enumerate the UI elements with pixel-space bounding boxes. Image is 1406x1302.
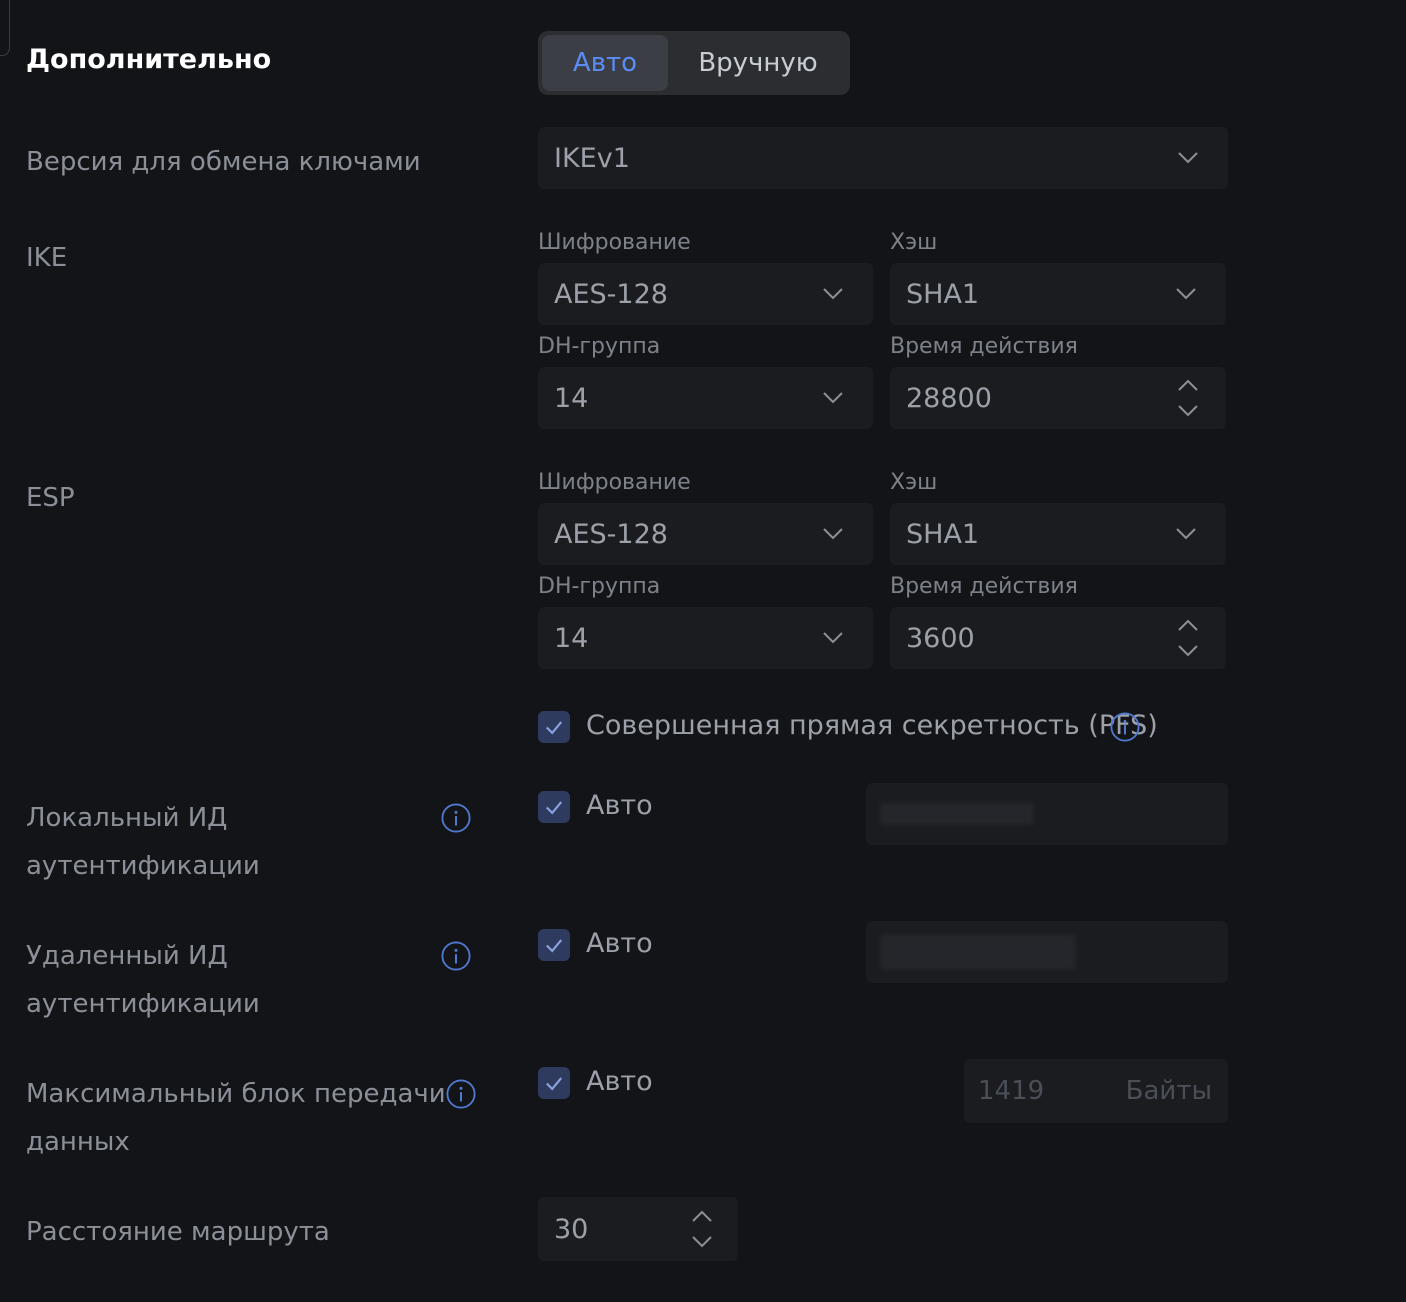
esp-encryption-select[interactable]: AES-128 xyxy=(538,503,873,565)
ike-label: IKE xyxy=(26,243,68,273)
mtu-value: 1419 xyxy=(978,1076,1045,1106)
checkmark-icon xyxy=(545,938,563,953)
chevron-up-icon[interactable] xyxy=(1178,619,1198,631)
info-icon[interactable] xyxy=(441,941,471,971)
remote-id-input[interactable] xyxy=(866,921,1228,983)
mode-manual-button[interactable]: Вручную xyxy=(672,35,844,91)
esp-encryption-label: Шифрование xyxy=(538,470,691,495)
checkmark-icon xyxy=(545,720,563,735)
esp-encryption-value: AES-128 xyxy=(554,518,668,550)
window-corner xyxy=(0,0,10,56)
key-exchange-select[interactable]: IKEv1 xyxy=(538,127,1228,189)
redacted-value xyxy=(880,934,1076,970)
route-distance-stepper[interactable]: 30 xyxy=(538,1197,738,1261)
remote-id-label-line2: аутентификации xyxy=(26,989,260,1019)
chevron-down-icon xyxy=(823,284,843,304)
local-id-auto-checkbox[interactable] xyxy=(538,791,570,823)
ike-hash-value: SHA1 xyxy=(906,278,980,310)
mtu-input[interactable]: 1419 Байты xyxy=(964,1059,1228,1123)
chevron-down-icon[interactable] xyxy=(692,1236,712,1248)
stepper-arrows xyxy=(692,1210,714,1248)
chevron-down-icon[interactable] xyxy=(1178,645,1198,657)
route-distance-label: Расстояние маршрута xyxy=(26,1217,330,1247)
ike-dh-label: DH-группа xyxy=(538,334,661,359)
chevron-down-icon xyxy=(1176,524,1196,544)
key-exchange-label: Версия для обмена ключами xyxy=(26,147,421,177)
key-exchange-value: IKEv1 xyxy=(554,142,630,174)
local-id-input[interactable] xyxy=(866,783,1228,845)
pfs-label: Совершенная прямая секретность (PFS) xyxy=(586,710,1158,741)
ike-dh-value: 14 xyxy=(554,382,589,414)
mtu-auto-checkbox[interactable] xyxy=(538,1067,570,1099)
mtu-unit: Байты xyxy=(1125,1076,1212,1106)
remote-id-auto-checkbox[interactable] xyxy=(538,929,570,961)
chevron-down-icon xyxy=(823,388,843,408)
chevron-down-icon xyxy=(1178,148,1198,168)
redacted-value xyxy=(880,803,1034,825)
ike-encryption-value: AES-128 xyxy=(554,278,668,310)
esp-hash-value: SHA1 xyxy=(906,518,980,550)
mtu-auto-label: Авто xyxy=(586,1066,653,1097)
local-id-label-line1: Локальный ИД xyxy=(26,803,228,833)
chevron-down-icon xyxy=(1176,284,1196,304)
chevron-up-icon[interactable] xyxy=(692,1210,712,1222)
esp-dh-label: DH-группа xyxy=(538,574,661,599)
mode-auto-button[interactable]: Авто xyxy=(542,35,668,91)
chevron-down-icon xyxy=(823,524,843,544)
stepper-arrows xyxy=(1178,379,1200,417)
ike-dh-select[interactable]: 14 xyxy=(538,367,873,429)
mtu-label: Максимальный блок передачи данных xyxy=(26,1070,446,1166)
esp-lifetime-value: 3600 xyxy=(906,622,975,654)
mtu-label-line1: Максимальный блок передачи xyxy=(26,1079,446,1109)
info-icon[interactable] xyxy=(1110,712,1140,742)
info-icon[interactable] xyxy=(441,803,471,833)
checkmark-icon xyxy=(545,1076,563,1091)
mode-segmented-control: Авто Вручную xyxy=(538,31,850,95)
chevron-down-icon[interactable] xyxy=(1178,405,1198,417)
ike-hash-label: Хэш xyxy=(890,230,938,255)
ike-lifetime-value: 28800 xyxy=(906,382,992,414)
ike-hash-select[interactable]: SHA1 xyxy=(890,263,1226,325)
esp-lifetime-label: Время действия xyxy=(890,574,1078,599)
esp-lifetime-stepper[interactable]: 3600 xyxy=(890,607,1226,669)
pfs-checkbox[interactable] xyxy=(538,711,570,743)
local-id-label-line2: аутентификации xyxy=(26,851,260,881)
local-id-auto-label: Авто xyxy=(586,790,653,821)
ike-encryption-select[interactable]: AES-128 xyxy=(538,263,873,325)
info-icon[interactable] xyxy=(446,1079,476,1109)
route-distance-value: 30 xyxy=(554,1213,589,1245)
section-title: Дополнительно xyxy=(26,44,272,75)
checkmark-icon xyxy=(545,800,563,815)
remote-id-label-line1: Удаленный ИД xyxy=(26,941,228,971)
chevron-down-icon xyxy=(823,628,843,648)
ike-lifetime-label: Время действия xyxy=(890,334,1078,359)
mtu-label-line2: данных xyxy=(26,1127,130,1157)
esp-dh-value: 14 xyxy=(554,622,589,654)
ike-lifetime-stepper[interactable]: 28800 xyxy=(890,367,1226,429)
remote-id-label: Удаленный ИД аутентификации xyxy=(26,932,260,1028)
esp-hash-select[interactable]: SHA1 xyxy=(890,503,1226,565)
remote-id-auto-label: Авто xyxy=(586,928,653,959)
esp-hash-label: Хэш xyxy=(890,470,938,495)
ike-encryption-label: Шифрование xyxy=(538,230,691,255)
chevron-up-icon[interactable] xyxy=(1178,379,1198,391)
esp-dh-select[interactable]: 14 xyxy=(538,607,873,669)
stepper-arrows xyxy=(1178,619,1200,657)
local-id-label: Локальный ИД аутентификации xyxy=(26,794,260,890)
esp-label: ESP xyxy=(26,483,75,513)
